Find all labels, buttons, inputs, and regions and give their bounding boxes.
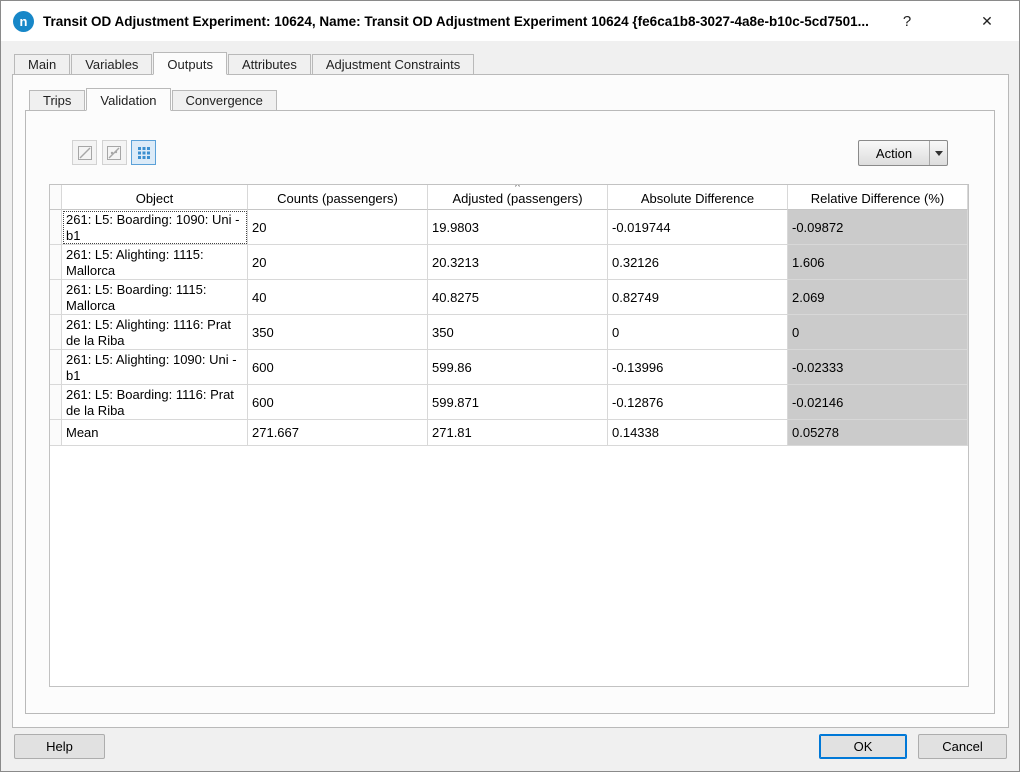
cell-relative-difference[interactable]: -0.02146 [788, 385, 968, 420]
regression-plot-icon [106, 145, 122, 161]
table-row: 261: L5: Boarding: 1116: Prat de la Riba… [50, 385, 968, 420]
column-header-object[interactable]: Object [62, 185, 248, 210]
regression-view-button[interactable] [102, 140, 127, 165]
tab-variables[interactable]: Variables [71, 54, 152, 74]
grid-view-icon [136, 145, 152, 161]
cell-relative-difference[interactable]: 2.069 [788, 280, 968, 315]
row-header[interactable] [50, 315, 62, 350]
tab-outputs[interactable]: Outputs [153, 52, 227, 75]
titlebar-help-button[interactable]: ? [890, 1, 924, 41]
row-header[interactable] [50, 420, 62, 446]
validation-toolbar: Action [72, 140, 982, 167]
cell-counts[interactable]: 350 [248, 315, 428, 350]
tab-attributes[interactable]: Attributes [228, 54, 311, 74]
ok-button[interactable]: OK [819, 734, 907, 759]
table-row: 261: L5: Boarding: 1090: Uni -b1 20 19.9… [50, 210, 968, 245]
column-header-absolute-difference[interactable]: Absolute Difference [608, 185, 788, 210]
outputs-pane: Trips Validation Convergence [12, 74, 1009, 728]
validation-pane: Action Object Counts (passengers) ^Adjus… [25, 110, 995, 714]
cell-relative-difference[interactable]: 0 [788, 315, 968, 350]
cell-relative-difference[interactable]: 1.606 [788, 245, 968, 280]
tab-main[interactable]: Main [14, 54, 70, 74]
column-header-label: Absolute Difference [641, 191, 754, 206]
cell-adjusted[interactable]: 19.9803 [428, 210, 608, 245]
column-header-counts[interactable]: Counts (passengers) [248, 185, 428, 210]
cell-counts[interactable]: 600 [248, 385, 428, 420]
cell-adjusted[interactable]: 271.81 [428, 420, 608, 446]
subtab-trips[interactable]: Trips [29, 90, 85, 110]
main-tabbar: Main Variables Outputs Attributes Adjust… [14, 52, 475, 74]
cell-absolute-difference[interactable]: 0.14338 [608, 420, 788, 446]
grid-view-button[interactable] [131, 140, 156, 165]
outputs-subtabbar: Trips Validation Convergence [29, 88, 278, 110]
subtab-convergence[interactable]: Convergence [172, 90, 277, 110]
cell-relative-difference[interactable]: -0.09872 [788, 210, 968, 245]
cell-object[interactable]: 261: L5: Alighting: 1115: Mallorca [62, 245, 248, 280]
row-header[interactable] [50, 280, 62, 315]
cell-adjusted[interactable]: 599.86 [428, 350, 608, 385]
column-header-label: Adjusted (passengers) [452, 191, 582, 206]
action-dropdown-button[interactable]: Action [858, 140, 948, 166]
cell-object[interactable]: 261: L5: Boarding: 1115: Mallorca [62, 280, 248, 315]
cell-counts[interactable]: 271.667 [248, 420, 428, 446]
cell-adjusted[interactable]: 40.8275 [428, 280, 608, 315]
column-header-relative-difference[interactable]: Relative Difference (%) [788, 185, 968, 210]
table-row: 261: L5: Alighting: 1116: Prat de la Rib… [50, 315, 968, 350]
cell-object[interactable]: 261: L5: Boarding: 1116: Prat de la Riba [62, 385, 248, 420]
titlebar: n Transit OD Adjustment Experiment: 1062… [1, 1, 1019, 41]
dropdown-arrow-icon [929, 141, 947, 165]
table-row: 261: L5: Alighting: 1115: Mallorca 20 20… [50, 245, 968, 280]
cell-absolute-difference[interactable]: 0.32126 [608, 245, 788, 280]
table-header-row: Object Counts (passengers) ^Adjusted (pa… [50, 185, 968, 210]
cell-relative-difference[interactable]: 0.05278 [788, 420, 968, 446]
column-header-adjusted[interactable]: ^Adjusted (passengers) [428, 185, 608, 210]
plot-view-button[interactable] [72, 140, 97, 165]
help-button[interactable]: Help [14, 734, 105, 759]
cell-absolute-difference[interactable]: -0.019744 [608, 210, 788, 245]
cell-object[interactable]: 261: L5: Alighting: 1090: Uni -b1 [62, 350, 248, 385]
cell-object[interactable]: 261: L5: Alighting: 1116: Prat de la Rib… [62, 315, 248, 350]
cell-adjusted[interactable]: 20.3213 [428, 245, 608, 280]
cell-adjusted[interactable]: 350 [428, 315, 608, 350]
table-row: 261: L5: Boarding: 1115: Mallorca 40 40.… [50, 280, 968, 315]
sort-ascending-icon: ^ [515, 185, 520, 193]
cancel-button[interactable]: Cancel [918, 734, 1007, 759]
column-header-label: Relative Difference (%) [811, 191, 944, 206]
cell-counts[interactable]: 20 [248, 245, 428, 280]
row-header[interactable] [50, 245, 62, 280]
cell-counts[interactable]: 600 [248, 350, 428, 385]
column-header-label: Counts (passengers) [277, 191, 398, 206]
subtab-validation[interactable]: Validation [86, 88, 170, 111]
plot-icon [77, 145, 93, 161]
window-title: Transit OD Adjustment Experiment: 10624,… [43, 14, 869, 29]
table-row: 261: L5: Alighting: 1090: Uni -b1 600 59… [50, 350, 968, 385]
cell-adjusted[interactable]: 599.871 [428, 385, 608, 420]
cell-counts[interactable]: 40 [248, 280, 428, 315]
cell-relative-difference[interactable]: -0.02333 [788, 350, 968, 385]
row-header[interactable] [50, 210, 62, 245]
table-row-mean: Mean 271.667 271.81 0.14338 0.05278 [50, 420, 968, 446]
action-button-label: Action [859, 146, 929, 161]
cell-object[interactable]: Mean [62, 420, 248, 446]
dialog-window: n Transit OD Adjustment Experiment: 1062… [0, 0, 1020, 772]
app-logo-icon: n [13, 11, 34, 32]
tab-adjustment-constraints[interactable]: Adjustment Constraints [312, 54, 474, 74]
validation-table: Object Counts (passengers) ^Adjusted (pa… [49, 184, 969, 687]
column-header-label: Object [136, 191, 174, 206]
row-header[interactable] [50, 350, 62, 385]
cell-absolute-difference[interactable]: 0 [608, 315, 788, 350]
cell-counts[interactable]: 20 [248, 210, 428, 245]
cell-absolute-difference[interactable]: -0.12876 [608, 385, 788, 420]
row-header[interactable] [50, 385, 62, 420]
cell-absolute-difference[interactable]: 0.82749 [608, 280, 788, 315]
cell-absolute-difference[interactable]: -0.13996 [608, 350, 788, 385]
table-corner [50, 185, 62, 210]
cell-object[interactable]: 261: L5: Boarding: 1090: Uni -b1 [62, 210, 248, 245]
titlebar-close-button[interactable]: ✕ [965, 1, 1009, 41]
